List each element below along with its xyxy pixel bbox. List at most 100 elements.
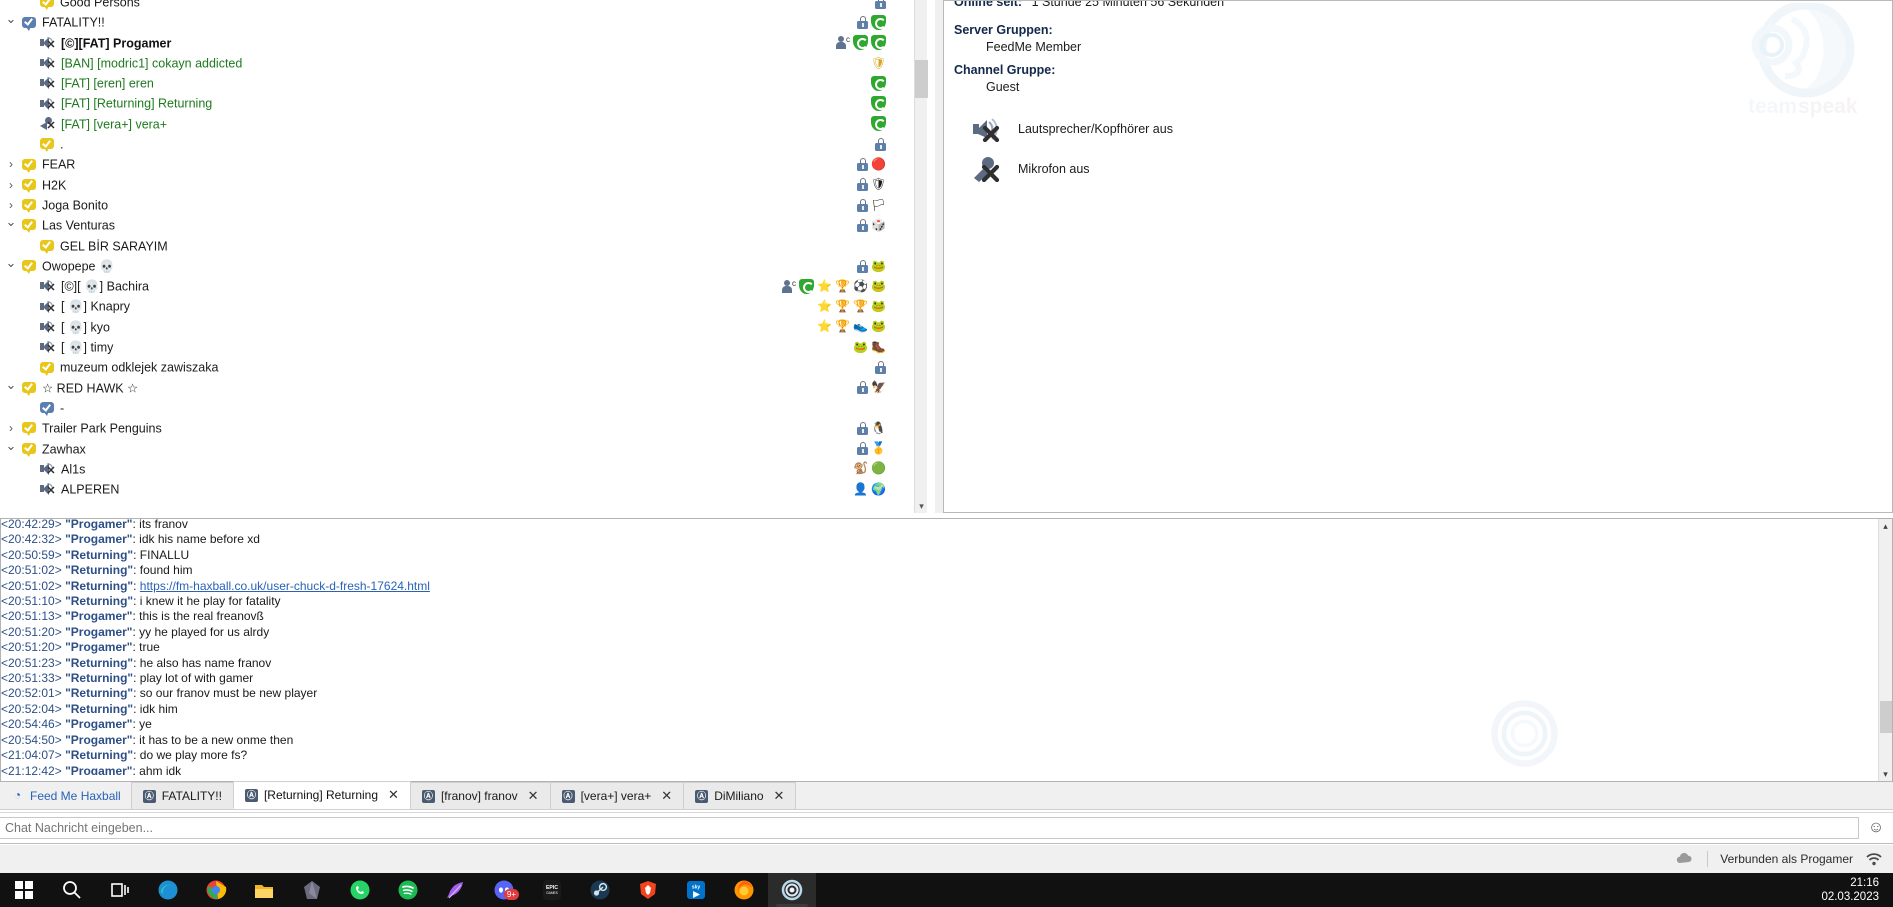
tab-dimiliano[interactable]: Ⓐ DiMiliano ✕ [683, 782, 797, 809]
expand-arrow-icon[interactable]: › [5, 154, 17, 174]
ball-icon: ⚽ [853, 278, 868, 293]
tab-close-icon[interactable]: ✕ [774, 788, 785, 804]
lock-icon [857, 198, 868, 212]
tree-client-row[interactable]: ✕ Al1s 🐒 🟢 [0, 459, 920, 479]
tree-channel-row[interactable]: › H2K 🛡 [0, 175, 920, 195]
scroll-down-arrow-icon[interactable]: ▾ [915, 499, 928, 513]
connection-status-text: Verbunden als Progamer [1720, 852, 1853, 866]
chat-messages: <20:42:29> "Progamer": its franov <20:42:… [1, 515, 1856, 775]
tree-channel-row[interactable]: ⌄ ☆ RED HAWK ☆ 🦅 [0, 375, 920, 399]
chat-scroll-down-icon[interactable]: ▾ [1879, 767, 1892, 781]
row-badges: 🦅 [857, 378, 890, 398]
tab-close-icon[interactable]: ✕ [388, 787, 399, 803]
cloud-icon[interactable] [1675, 852, 1695, 866]
tree-channel-row[interactable]: . [0, 134, 920, 154]
collapse-arrow-icon[interactable]: ⌄ [5, 212, 17, 232]
whatsapp-app[interactable] [336, 873, 384, 907]
tab-close-icon[interactable]: ✕ [528, 788, 539, 804]
wifi-icon[interactable] [1865, 852, 1883, 866]
brave-app[interactable] [624, 873, 672, 907]
task-view-button[interactable] [96, 873, 144, 907]
row-content: ☆ RED HAWK ☆ [22, 378, 138, 399]
tree-channel-row[interactable]: ⌄ Las Venturas 🎲 [0, 212, 920, 235]
steam-icon [590, 880, 610, 900]
tree-channel-row[interactable]: muzeum odklejek zawiszaka [0, 357, 920, 377]
firefox-app[interactable] [720, 873, 768, 907]
epic-games-app[interactable]: EPIC GAMES [528, 873, 576, 907]
tree-channel-row[interactable]: GEL BİR SARAYIM [0, 236, 920, 256]
client-name: Al1s [61, 462, 86, 477]
avatar-frog-icon: 🐸 [871, 278, 886, 293]
message-text: idk his name before xd [139, 532, 260, 547]
spotify-app[interactable] [384, 873, 432, 907]
tree-channel-row[interactable]: ⌄ Zawhax 🥇 [0, 436, 920, 459]
tree-client-row[interactable]: ✕ [ 💀] kyo ⭐ 🏆 👟 🐸 [0, 317, 920, 337]
tab-feed-me-haxball[interactable]: ◔ Feed Me Haxball [0, 782, 132, 809]
message-timestamp: <20:54:50> [1, 732, 62, 747]
client-tab-icon: Ⓐ [695, 789, 709, 803]
tree-channel-row[interactable]: ⌄ Owopepe 💀 🐸 [0, 253, 920, 276]
message-link[interactable]: https://fm-haxball.co.uk/user-chuck-d-fr… [140, 579, 430, 593]
tab-franov-franov[interactable]: Ⓐ [franov] franov ✕ [409, 782, 551, 809]
message-nickname: "Progamer" [65, 763, 133, 776]
chrome-app[interactable] [192, 873, 240, 907]
lock-icon [857, 442, 868, 456]
taskbar-clock[interactable]: 21:16 02.03.2023 [1821, 876, 1893, 904]
discord-app[interactable]: 9+ [480, 873, 528, 907]
tree-client-row[interactable]: ✕ [FAT] [eren] eren [0, 73, 920, 93]
chat-scrollbar-thumb[interactable] [1880, 701, 1892, 733]
tab-close-icon[interactable]: ✕ [661, 788, 672, 804]
tree-channel-row[interactable]: › Trailer Park Penguins 🐧 [0, 418, 920, 438]
tree-channel-row[interactable]: ⌄ FATALITY!! [0, 9, 920, 32]
channel-tree-pane[interactable]: Good Persons ⌄ FATALITY!! ✕ [©][FAT] Progame… [0, 0, 935, 513]
steam-app[interactable] [576, 873, 624, 907]
row-content: ✕ ALPEREN [40, 479, 119, 500]
scrollbar-thumb[interactable] [915, 60, 928, 98]
row-badges: 🥇 [857, 439, 890, 459]
obsidian-app[interactable] [288, 873, 336, 907]
channel-yellow-icon [22, 219, 37, 234]
client-name: [BAN] [modric1] cokayn addicted [61, 56, 243, 71]
tree-channel-row[interactable]: › FEAR 🔴 [0, 154, 920, 174]
krita-app[interactable] [432, 873, 480, 907]
tree-client-row[interactable]: ✕ ALPEREN 👤 🌍 [0, 479, 920, 499]
start-button[interactable] [0, 873, 48, 907]
status-bar: Verbunden als Progamer [0, 845, 1893, 873]
collapse-arrow-icon[interactable]: ⌄ [5, 253, 17, 273]
tab-fatality[interactable]: Ⓐ FATALITY!! [130, 782, 234, 809]
chat-scroll-up-icon[interactable]: ▴ [1879, 519, 1892, 533]
chat-scrollbar[interactable]: ▴ ▾ [1878, 519, 1892, 781]
tree-channel-row[interactable]: Good Persons [0, 0, 920, 12]
chat-message-input[interactable] [0, 817, 1859, 839]
smiley-icon[interactable]: ☺ [1859, 819, 1893, 837]
teamspeak-app[interactable] [768, 873, 816, 907]
row-content: GEL BİR SARAYIM [40, 236, 168, 257]
file-explorer-app[interactable] [240, 873, 288, 907]
search-button[interactable] [48, 873, 96, 907]
shoe-icon: 👟 [853, 319, 868, 334]
tree-client-row[interactable]: ✕ [FAT] [vera+] vera+ [0, 114, 920, 134]
tree-client-row[interactable]: ✕ [BAN] [modric1] cokayn addicted 🛡 [0, 53, 920, 73]
tree-client-row[interactable]: ✕ [©][FAT] Progamer c [0, 33, 920, 53]
collapse-arrow-icon[interactable]: ⌄ [5, 436, 17, 456]
lock-icon [857, 381, 868, 395]
channel-tree-scrollbar[interactable]: ▾ [914, 0, 928, 513]
tab-vera-vera[interactable]: Ⓐ [vera+] vera+ ✕ [549, 782, 685, 809]
feather-icon [447, 882, 463, 899]
tree-channel-row[interactable]: › Joga Bonito 🏳 [0, 195, 920, 215]
edge-app[interactable] [144, 873, 192, 907]
collapse-arrow-icon[interactable]: ⌄ [5, 375, 17, 395]
collapse-arrow-icon[interactable]: ⌄ [5, 9, 17, 29]
tree-client-row[interactable]: ✕ [©][ 💀] Bachira c ⭐ 🏆 ⚽ 🐸 [0, 276, 920, 296]
trophy-icon: 🏆 [835, 278, 850, 293]
expand-arrow-icon[interactable]: › [5, 175, 17, 195]
tree-client-row[interactable]: ✕ [FAT] [Returning] Returning [0, 93, 920, 113]
avatar-white-icon: 🏳 [871, 197, 887, 212]
sky-app[interactable]: sky [672, 873, 720, 907]
tree-client-row[interactable]: ✕[ 💀] Knapry ⭐ 🏆 🏆 🐸 [0, 296, 920, 316]
tree-channel-row[interactable]: - [0, 398, 920, 418]
row-badges: 🐸 🥾 [853, 337, 890, 357]
pane-splitter[interactable] [935, 0, 943, 513]
tree-client-row[interactable]: ✕ [ 💀] timy 🐸 🥾 [0, 337, 920, 357]
tab-returning-returning[interactable]: Ⓐ [Returning] Returning ✕ [232, 781, 411, 809]
